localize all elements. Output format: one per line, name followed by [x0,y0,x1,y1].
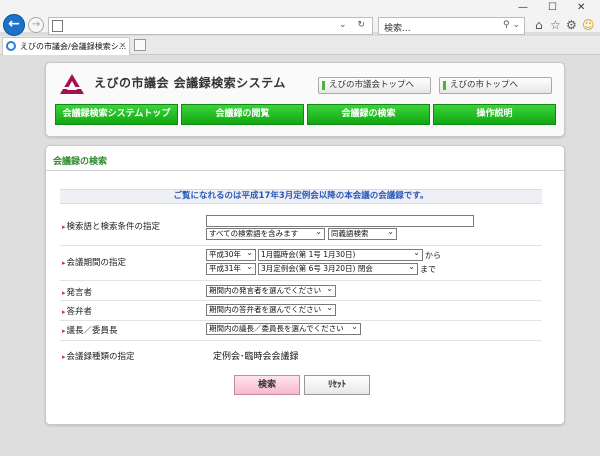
nav-help[interactable]: 操作説明 [433,104,556,125]
divider [46,170,564,171]
maximize-button[interactable]: ☐ [548,2,557,13]
site-title: えびの市議会 会議録検索システム [94,76,286,90]
period-from-era-select[interactable]: 平成30年 [206,249,256,261]
new-tab-button[interactable] [134,39,146,51]
period-label: 会議期間の指定 [62,256,127,268]
close-icon[interactable]: ✕ [119,41,126,50]
period-from-meeting-select[interactable]: 1月臨時会(第 1号 1月30日) [258,249,423,261]
favorites-star-icon[interactable]: ☆ [550,18,561,32]
smiley-feedback-icon[interactable]: ☺ [582,18,595,32]
period-to-meeting-select[interactable]: 3月定例会(第 6号 3月20日) 閉会 [258,263,418,275]
respondent-label: 答弁者 [62,305,93,317]
ie-favicon-icon [6,41,16,51]
notice-banner: ご覧になれるのは平成17年3月定例会以降の本会議の会議録です。 [60,189,542,204]
council-top-link[interactable]: えびの市議会トップへ [318,77,431,94]
back-button[interactable]: ← [3,14,25,36]
page-icon [52,20,63,32]
search-placeholder: 検索... [384,24,411,34]
arrow-right-icon: → [31,19,41,30]
minimize-button[interactable]: — [518,2,528,13]
nav-search-records[interactable]: 会議録の検索 [307,104,430,125]
close-window-button[interactable]: ✕ [577,2,585,13]
section-title: 会議録の検索 [53,157,108,167]
period-to-suffix: まで [420,265,436,274]
keyword-input[interactable] [206,215,474,227]
period-from-suffix: から [425,251,441,260]
forward-button[interactable]: → [28,17,44,33]
site-header: えびの市議会 会議録検索システム えびの市議会トップへ えびの市トップへ 会議録… [45,62,565,137]
tab-bar: えびの市議会/会議録検索シ... ✕ [0,36,600,55]
speaker-label: 発言者 [62,286,93,298]
search-icon: ⚲ ⌄ [503,20,520,30]
condition-select[interactable]: すべての検索語を含みます [206,228,325,240]
record-type-label: 会議録種類の指定 [62,350,135,362]
search-panel: 会議録の検索 ご覧になれるのは平成17年3月定例会以降の本会議の会議録です。 検… [45,145,565,425]
nav-system-top[interactable]: 会議録検索システムトップ [55,104,178,125]
row-divider [60,320,542,321]
city-logo-icon [60,74,84,94]
chair-select[interactable]: 期間内の議長／委員長を選んでください [206,323,361,335]
row-divider [60,280,542,281]
record-type-value: 定例会･臨時会会議録 [213,352,299,362]
arrow-left-icon: ← [8,16,20,32]
speaker-select[interactable]: 期間内の発言者を選んでください [206,285,336,297]
reset-button[interactable]: ﾘｾｯﾄ [304,375,370,395]
keyword-label: 検索語と検索条件の指定 [62,220,161,232]
row-divider [60,340,542,341]
settings-gear-icon[interactable]: ⚙ [566,18,577,32]
city-top-link[interactable]: えびの市トップへ [439,77,552,94]
nav-browse-records[interactable]: 会議録の閲覧 [181,104,304,125]
row-divider [60,300,542,301]
refresh-icon[interactable]: ⌄ ↻ [339,20,369,30]
synonym-select[interactable]: 同義語検索 [328,228,397,240]
address-bar[interactable]: ⌄ ↻ [48,17,373,35]
chair-label: 議長／委員長 [62,324,118,336]
row-divider [60,245,542,246]
tab-title: えびの市議会/会議録検索シ... [20,42,127,51]
browser-tab-active[interactable]: えびの市議会/会議録検索シ... ✕ [2,37,130,55]
period-to-era-select[interactable]: 平成31年 [206,263,256,275]
browser-toolbar: — ☐ ✕ ← → ⌄ ↻ 検索... ⚲ ⌄ ⌂ ☆ ⚙ ☺ [0,0,600,36]
respondent-select[interactable]: 期間内の答弁者を選んでください [206,304,336,316]
home-icon[interactable]: ⌂ [535,18,543,32]
page-content: えびの市議会 会議録検索システム えびの市議会トップへ えびの市トップへ 会議録… [0,55,600,456]
search-button[interactable]: 検索 [234,375,300,395]
browser-search-input[interactable]: 検索... ⚲ ⌄ [378,17,525,35]
